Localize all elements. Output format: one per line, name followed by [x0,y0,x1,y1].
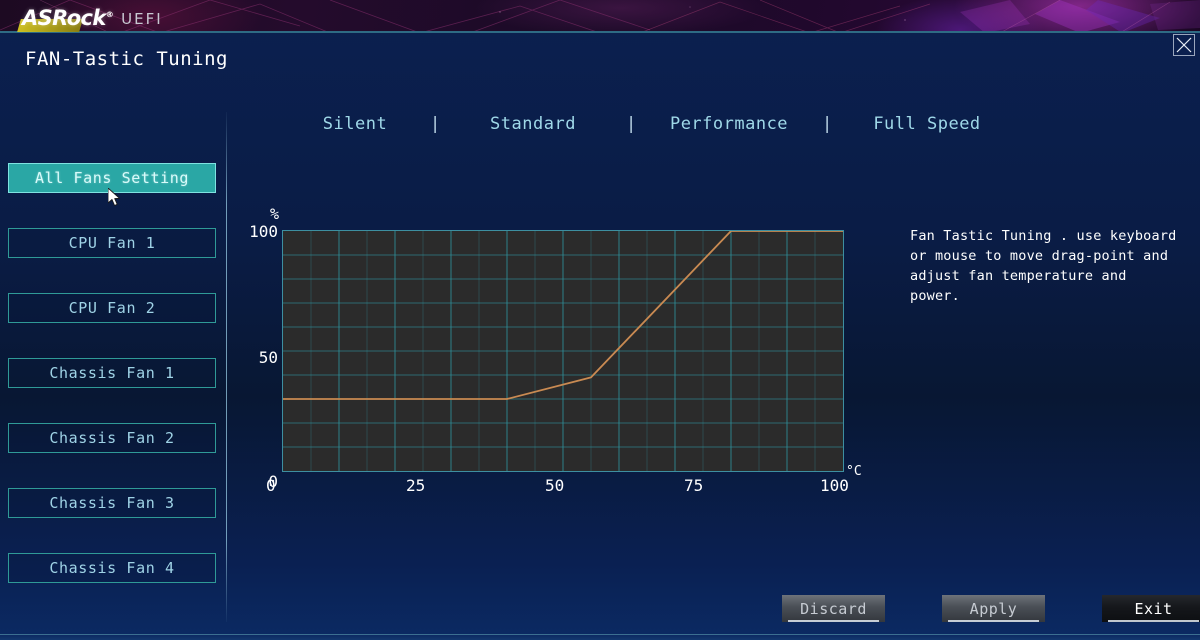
preset-separator: | [822,114,833,134]
sidebar-divider [226,112,227,622]
footer-actions: Discard Apply Exit [782,595,1200,622]
sidebar-item-chassis-fan-2[interactable]: Chassis Fan 2 [8,423,216,453]
brand-banner: ASRock® UEFI [0,0,1200,33]
x-tick-0: 0 [266,476,276,495]
apply-button[interactable]: Apply [942,595,1045,622]
x-tick-75: 75 [684,476,704,495]
uefi-wordmark: UEFI [121,10,163,28]
sidebar-item-chassis-fan-1[interactable]: Chassis Fan 1 [8,358,216,388]
chart-gridlines [283,231,843,471]
preset-tab-silent[interactable]: Silent [280,112,430,136]
y-axis-unit-label: % [270,205,280,223]
fan-curve-plot-area[interactable] [282,230,844,472]
y-tick-50: 50 [258,348,278,367]
sidebar-item-cpu-fan-2[interactable]: CPU Fan 2 [8,293,216,323]
uefi-fan-tuning-screen: ASRock® UEFI FAN-Tastic Tuning Silent | … [0,0,1200,640]
fan-curve-svg [283,231,843,471]
banner-artwork [0,0,1200,33]
x-tick-100: 100 [820,476,849,495]
x-tick-25: 25 [406,476,426,495]
banner-underline [0,31,1200,33]
y-tick-100: 100 [249,222,278,241]
sidebar-item-chassis-fan-4[interactable]: Chassis Fan 4 [8,553,216,583]
asrock-wordmark: ASRock® [22,4,114,30]
sidebar-item-chassis-fan-3[interactable]: Chassis Fan 3 [8,488,216,518]
preset-tabs: Silent | Standard | Performance | Full S… [280,112,1022,136]
close-icon [1176,37,1192,53]
preset-separator: | [626,114,637,134]
close-button[interactable] [1173,34,1195,56]
asrock-wordmark-text: ASRock [22,6,106,30]
sidebar-item-all-fans-setting[interactable]: All Fans Setting [8,163,216,193]
discard-button[interactable]: Discard [782,595,885,622]
registered-mark-icon: ® [105,10,114,19]
help-text: Fan Tastic Tuning . use keyboard or mous… [910,228,1177,304]
preset-separator: | [430,114,441,134]
asrock-logo: ASRock® UEFI [22,4,163,29]
x-tick-50: 50 [545,476,565,495]
x-axis-unit-label: °C [846,464,862,479]
preset-tab-performance[interactable]: Performance [636,112,822,136]
preset-tab-full-speed[interactable]: Full Speed [832,112,1022,136]
sidebar-item-cpu-fan-1[interactable]: CPU Fan 1 [8,228,216,258]
exit-button[interactable]: Exit [1102,595,1200,622]
fan-selector-sidebar: All Fans Setting CPU Fan 1 CPU Fan 2 Cha… [0,150,226,605]
fan-curve-chart: % 100 50 0 0 25 50 75 100 °C [240,200,890,500]
bottom-status-bar [0,634,1200,640]
page-title: FAN-Tastic Tuning [25,48,228,70]
preset-tab-standard[interactable]: Standard [440,112,626,136]
